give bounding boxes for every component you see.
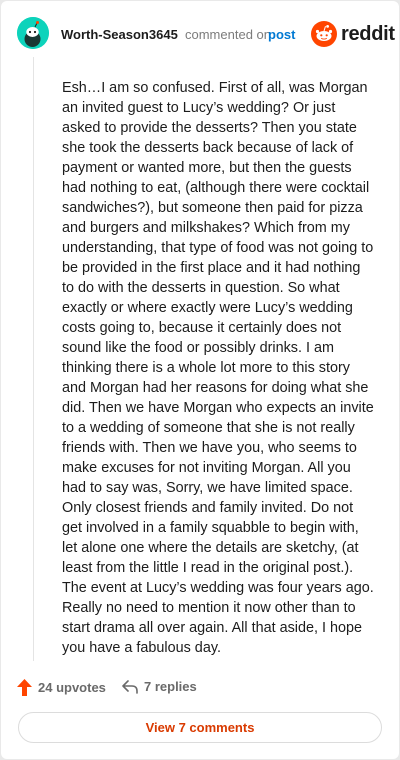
comment-card: Worth-Season3645 commented on post reddi… — [1, 1, 399, 759]
snoo-avatar-icon[interactable] — [17, 17, 49, 49]
comment-header: Worth-Season3645 commented on post reddi… — [1, 1, 399, 63]
upvote-count: 24 upvotes — [38, 680, 106, 695]
reddit-wordmark: reddit — [341, 22, 395, 45]
commented-on-text: commented on — [185, 27, 271, 42]
comment-actions: 24 upvotes 7 replies — [1, 677, 399, 701]
post-link[interactable]: post — [268, 27, 295, 42]
replies-button[interactable]: 7 replies — [122, 679, 197, 694]
upvote-arrow-icon — [17, 679, 32, 696]
reply-arrow-icon — [122, 679, 138, 694]
comment-body: Esh…I am so confused. First of all, was … — [62, 80, 374, 656]
view-comments-button[interactable]: View 7 comments — [18, 712, 382, 743]
reply-count: 7 replies — [144, 679, 197, 694]
reddit-logo-icon — [311, 21, 337, 47]
username-link[interactable]: Worth-Season3645 — [61, 27, 178, 42]
upvote-button[interactable]: 24 upvotes — [17, 679, 106, 696]
thread-line[interactable] — [33, 57, 34, 661]
reddit-logo[interactable]: reddit — [311, 21, 395, 47]
